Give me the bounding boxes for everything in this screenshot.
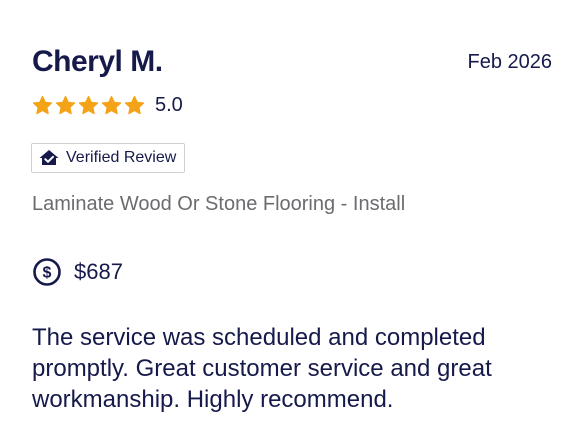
star-rating (32, 95, 145, 116)
star-icon (32, 95, 53, 114)
review-date: Feb 2026 (467, 51, 552, 73)
review-text: The service was scheduled and completed … (32, 324, 492, 413)
verified-review-badge: Verified Review (31, 143, 186, 173)
price-row: $ $687 (32, 256, 123, 288)
review-card: Cheryl M. Feb 2026 5.0 Verified Review L… (0, 0, 583, 447)
star-icon (101, 95, 122, 114)
reviewer-name: Cheryl M. (32, 45, 163, 78)
svg-text:$: $ (43, 265, 52, 282)
rating-row: 5.0 (32, 92, 183, 118)
dollar-circle-icon: $ (33, 258, 61, 286)
verified-label: Verified Review (66, 149, 177, 166)
rating-value: 5.0 (155, 94, 183, 116)
verified-house-icon (39, 150, 59, 165)
star-icon (124, 95, 145, 114)
service-name: Laminate Wood Or Stone Flooring - Instal… (32, 193, 406, 215)
star-icon (55, 95, 76, 114)
price-value: $687 (74, 259, 123, 284)
star-icon (78, 95, 99, 114)
